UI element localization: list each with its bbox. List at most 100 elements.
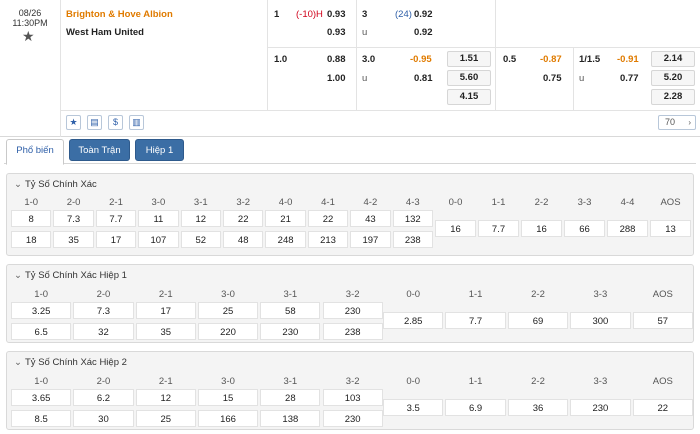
draw-score-header: 2-2 xyxy=(534,197,549,208)
section-title[interactable]: ⌄ Tỷ Số Chính Xác Hiệp 1 xyxy=(14,270,127,281)
more-markets-select[interactable]: 70 › xyxy=(658,115,696,130)
draw-score-odds[interactable]: 69 xyxy=(507,312,569,329)
ft-alt-hdp-away-odds[interactable]: 1.00 xyxy=(327,73,346,84)
score-odds[interactable]: 230 xyxy=(322,302,383,319)
score-odds[interactable]: 238 xyxy=(322,323,383,340)
score-odds[interactable]: 32 xyxy=(73,323,134,340)
score-odds[interactable]: 15 xyxy=(197,389,259,406)
draw-score-odds[interactable]: 230 xyxy=(570,399,631,416)
score-odds[interactable]: 35 xyxy=(135,323,196,340)
score-odds[interactable]: 213 xyxy=(307,231,349,248)
score-odds[interactable]: 25 xyxy=(135,410,196,427)
score-odds[interactable]: 107 xyxy=(138,231,179,248)
tab-half-1[interactable]: Hiệp 1 xyxy=(135,139,184,161)
draw-score-odds[interactable]: 22 xyxy=(632,399,693,416)
ft-alt-hdp-line: 1.0 xyxy=(274,54,288,65)
draw-score-odds[interactable]: 57 xyxy=(632,312,693,329)
draw-score-odds[interactable]: 7.7 xyxy=(478,220,519,237)
h1-hdp-home-odds[interactable]: -0.87 xyxy=(540,54,562,65)
score-odds[interactable]: 6.2 xyxy=(73,389,134,406)
stats-icon[interactable]: ▥ xyxy=(129,115,144,130)
draw-score-odds[interactable]: 300 xyxy=(570,312,631,329)
score-odds[interactable]: 28 xyxy=(260,389,321,406)
score-header: 2-0 xyxy=(66,197,81,208)
ft-1x2-away[interactable]: 5.60 xyxy=(447,70,491,86)
score-odds[interactable]: 238 xyxy=(392,231,433,248)
score-odds[interactable]: 230 xyxy=(322,410,383,427)
ft-alt-ou-over-odds[interactable]: -0.95 xyxy=(410,54,432,65)
h1-hdp-away-odds[interactable]: 0.75 xyxy=(543,73,562,84)
score-odds[interactable]: 17 xyxy=(135,302,196,319)
favorite-star-icon[interactable]: ★ xyxy=(22,28,35,45)
score-odds[interactable]: 197 xyxy=(350,231,391,248)
score-odds[interactable]: 17 xyxy=(95,231,137,248)
score-odds[interactable]: 35 xyxy=(53,231,94,248)
score-odds[interactable]: 7.3 xyxy=(73,302,134,319)
section-title[interactable]: ⌄ Tỷ Số Chính Xác Hiệp 2 xyxy=(14,357,127,368)
score-odds[interactable]: 138 xyxy=(260,410,321,427)
ft-1x2-home[interactable]: 1.51 xyxy=(447,51,491,67)
score-odds[interactable]: 22 xyxy=(307,210,349,227)
score-odds[interactable]: 8.5 xyxy=(11,410,72,427)
score-odds[interactable]: 22 xyxy=(223,210,264,227)
score-odds[interactable]: 52 xyxy=(180,231,221,248)
score-odds[interactable]: 6.5 xyxy=(11,323,72,340)
score-odds[interactable]: 58 xyxy=(260,302,321,319)
ft-1x2-draw[interactable]: 4.15 xyxy=(447,89,491,105)
draw-score-odds[interactable]: 2.85 xyxy=(383,312,444,329)
h1-1x2-away[interactable]: 5.20 xyxy=(651,70,695,86)
divider xyxy=(495,0,496,110)
score-odds[interactable]: 43 xyxy=(350,210,391,227)
score-odds[interactable]: 30 xyxy=(73,410,134,427)
score-odds[interactable]: 220 xyxy=(197,323,259,340)
tab-full-time[interactable]: Toàn Trận xyxy=(69,139,130,161)
score-odds[interactable]: 12 xyxy=(180,210,221,227)
h1-ou-under-odds[interactable]: 0.77 xyxy=(620,73,639,84)
draw-score-odds[interactable]: 66 xyxy=(564,220,605,237)
tab-popular[interactable]: Phổ biến xyxy=(6,139,64,165)
ft-ou-under-odds[interactable]: 0.92 xyxy=(414,27,433,38)
score-odds[interactable]: 12 xyxy=(135,389,196,406)
scoreboard-icon[interactable]: ▤ xyxy=(87,115,102,130)
score-odds[interactable]: 11 xyxy=(138,210,179,227)
score-odds[interactable]: 248 xyxy=(265,231,306,248)
score-odds[interactable]: 7.7 xyxy=(95,210,137,227)
draw-score-odds[interactable]: 13 xyxy=(650,220,691,237)
ft-ou-over-odds[interactable]: 0.92 xyxy=(414,9,433,20)
h1-1x2-home[interactable]: 2.14 xyxy=(651,51,695,67)
section-title[interactable]: ⌄ Tỷ Số Chính Xác xyxy=(14,179,97,190)
score-odds[interactable]: 132 xyxy=(392,210,433,227)
score-odds[interactable]: 3.25 xyxy=(11,302,72,319)
score-odds[interactable]: 7.3 xyxy=(53,210,94,227)
score-odds[interactable]: 25 xyxy=(197,302,259,319)
draw-score-odds[interactable]: 6.9 xyxy=(445,399,506,416)
ft-hdp-home-odds[interactable]: 0.93 xyxy=(327,9,346,20)
score-odds[interactable]: 8 xyxy=(11,210,52,227)
draw-score-odds[interactable]: 7.7 xyxy=(445,312,506,329)
score-odds[interactable]: 18 xyxy=(11,231,52,248)
h1-ou-over-odds[interactable]: -0.91 xyxy=(617,54,639,65)
score-odds[interactable]: 3.65 xyxy=(11,389,72,406)
draw-score-odds[interactable]: 3.5 xyxy=(383,399,444,416)
score-header: 1-0 xyxy=(34,289,49,300)
score-odds[interactable]: 103 xyxy=(322,389,383,406)
score-odds[interactable]: 230 xyxy=(260,323,321,340)
chevron-right-icon: › xyxy=(688,118,691,127)
score-odds[interactable]: 48 xyxy=(223,231,264,248)
away-team[interactable]: West Ham United xyxy=(66,27,144,38)
dollar-icon[interactable]: $ xyxy=(108,115,123,130)
h1-1x2-draw[interactable]: 2.28 xyxy=(651,89,695,105)
ft-alt-hdp-home-odds[interactable]: 0.88 xyxy=(327,54,346,65)
score-odds[interactable]: 21 xyxy=(265,210,306,227)
draw-score-odds[interactable]: 288 xyxy=(607,220,648,237)
draw-score-odds[interactable]: 16 xyxy=(435,220,476,237)
draw-score-odds[interactable]: 36 xyxy=(507,399,569,416)
home-team[interactable]: Brighton & Hove Albion xyxy=(66,9,173,20)
divider xyxy=(60,110,700,111)
ft-hdp-away-odds[interactable]: 0.93 xyxy=(327,27,346,38)
draw-score-odds[interactable]: 16 xyxy=(521,220,562,237)
ft-alt-ou-under-odds[interactable]: 0.81 xyxy=(414,73,433,84)
draw-score-header: AOS xyxy=(652,376,673,387)
score-odds[interactable]: 166 xyxy=(197,410,259,427)
star-icon[interactable]: ★ xyxy=(66,115,81,130)
